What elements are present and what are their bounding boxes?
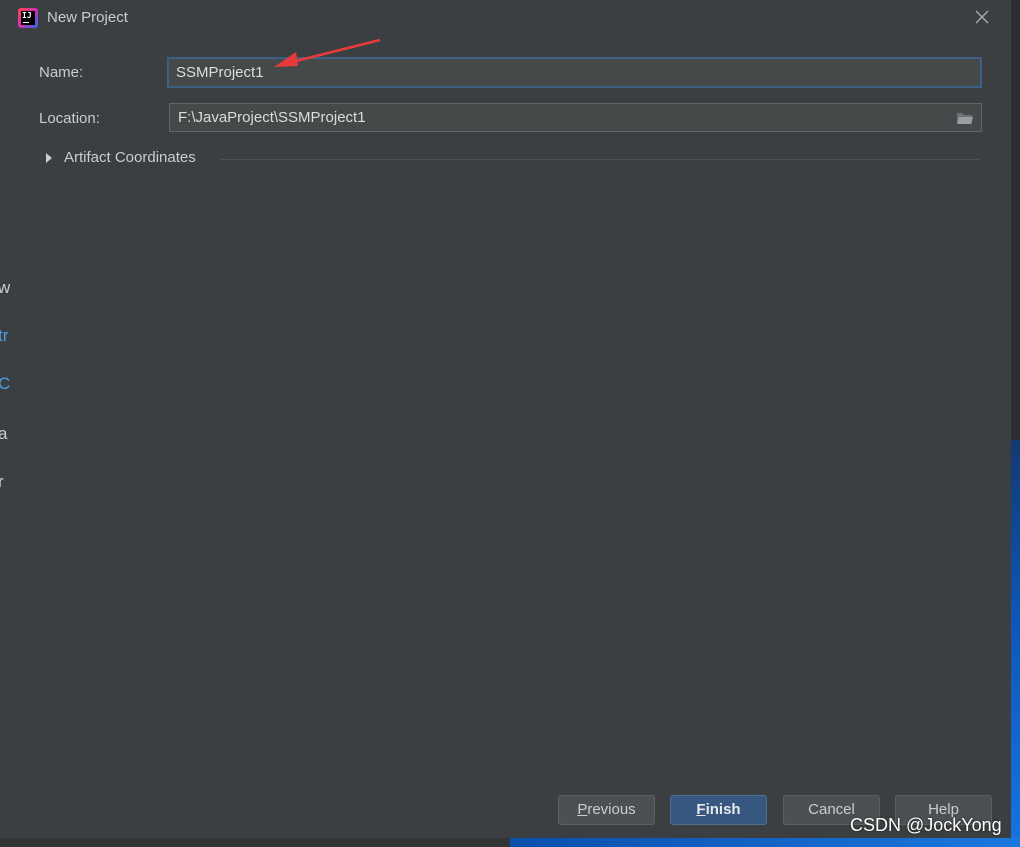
annotation-arrow-icon	[274, 38, 381, 67]
location-label: Location:	[39, 110, 100, 127]
previous-mnemonic: P	[577, 801, 588, 818]
intellij-logo-icon: IJ	[18, 8, 38, 28]
background-text-fragment: r	[0, 472, 4, 491]
background-text-fragment: a	[0, 424, 8, 443]
previous-button[interactable]: Previous	[558, 795, 655, 825]
finish-label: inish	[705, 801, 741, 818]
location-input[interactable]: F:\JavaProject\SSMProject1	[169, 103, 982, 132]
background-text-fragment: w	[0, 278, 11, 297]
finish-button[interactable]: Finish	[670, 795, 767, 825]
desktop-wallpaper-bottom	[510, 838, 1020, 847]
finish-mnemonic: F	[696, 801, 706, 818]
artifact-coordinates-label: Artifact Coordinates	[64, 149, 196, 166]
expand-triangle-icon[interactable]	[46, 153, 52, 163]
section-divider	[220, 159, 980, 160]
name-label: Name:	[39, 64, 84, 81]
previous-label: revious	[587, 801, 636, 818]
title-bar[interactable]: IJ New Project	[10, 0, 1011, 36]
background-text-fragment: C	[0, 374, 11, 393]
artifact-coordinates-section[interactable]: Artifact Coordinates	[46, 148, 986, 168]
folder-icon[interactable]	[956, 111, 974, 125]
background-window: w tr C a r	[0, 0, 10, 847]
background-window-bottom	[0, 838, 510, 847]
new-project-dialog: IJ New Project Name: Location: F:\JavaPr…	[10, 0, 1011, 838]
location-value: F:\JavaProject\SSMProject1	[178, 109, 366, 126]
dialog-title: New Project	[47, 9, 128, 26]
watermark: CSDN @JockYong	[850, 815, 1002, 835]
background-text-fragment: tr	[0, 326, 9, 345]
close-icon[interactable]	[971, 6, 993, 28]
